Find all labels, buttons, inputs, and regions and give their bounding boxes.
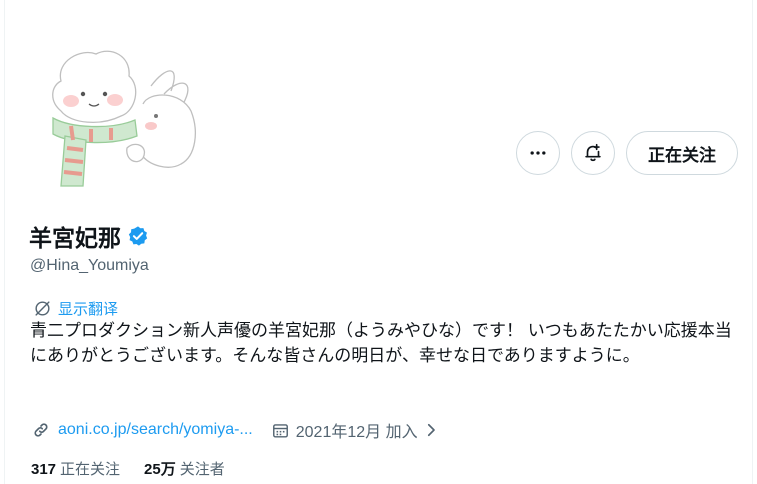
following-label: 正在关注 <box>60 461 121 478</box>
calendar-icon <box>272 423 288 438</box>
followers-label: 关注者 <box>179 461 225 478</box>
bio-text: 青二プロダクション新人声優の羊宮妃那（ようみやひな）です！ いつもあたたかい応援… <box>30 321 732 365</box>
profile-actions: 正在关注 <box>516 131 738 175</box>
verified-badge-icon[interactable] <box>127 225 149 247</box>
more-horizontal-icon <box>530 151 546 155</box>
user-handle: @Hina_Youmiya <box>30 257 149 274</box>
follow-stats: 317 正在关注 25万 关注者 <box>31 458 225 479</box>
profile-header: 正在关注 羊宮妃那 @Hina_Youmiya 显示翻译 青二プロダクション新人… <box>4 0 753 484</box>
display-name: 羊宮妃那 <box>29 225 121 251</box>
translate-icon <box>35 301 50 316</box>
notifications-button[interactable] <box>571 131 615 175</box>
chevron-right-icon <box>427 423 435 437</box>
show-translation-label: 显示翻译 <box>58 301 119 318</box>
avatar-illustration <box>52 50 196 187</box>
website-link[interactable]: aoni.co.jp/search/yomiya-... <box>58 421 253 439</box>
followers-count: 25万 <box>144 461 176 478</box>
joined-date-label: 2021年12月 加入 <box>295 424 418 441</box>
show-translation-link[interactable]: 显示翻译 <box>33 298 118 319</box>
followers-stat[interactable]: 25万 关注者 <box>144 458 225 479</box>
joined-date[interactable]: 2021年12月 加入 <box>271 418 440 442</box>
bell-icon <box>585 143 601 162</box>
following-button[interactable]: 正在关注 <box>626 131 738 175</box>
display-name-row: 羊宮妃那 <box>29 219 149 253</box>
following-stat[interactable]: 317 正在关注 <box>31 458 120 479</box>
profile-meta: aoni.co.jp/search/yomiya-... 2021年12月 加入 <box>31 418 440 442</box>
link-icon <box>34 423 48 437</box>
avatar[interactable] <box>31 36 201 196</box>
more-button[interactable] <box>516 131 560 175</box>
following-count: 317 <box>31 461 57 478</box>
